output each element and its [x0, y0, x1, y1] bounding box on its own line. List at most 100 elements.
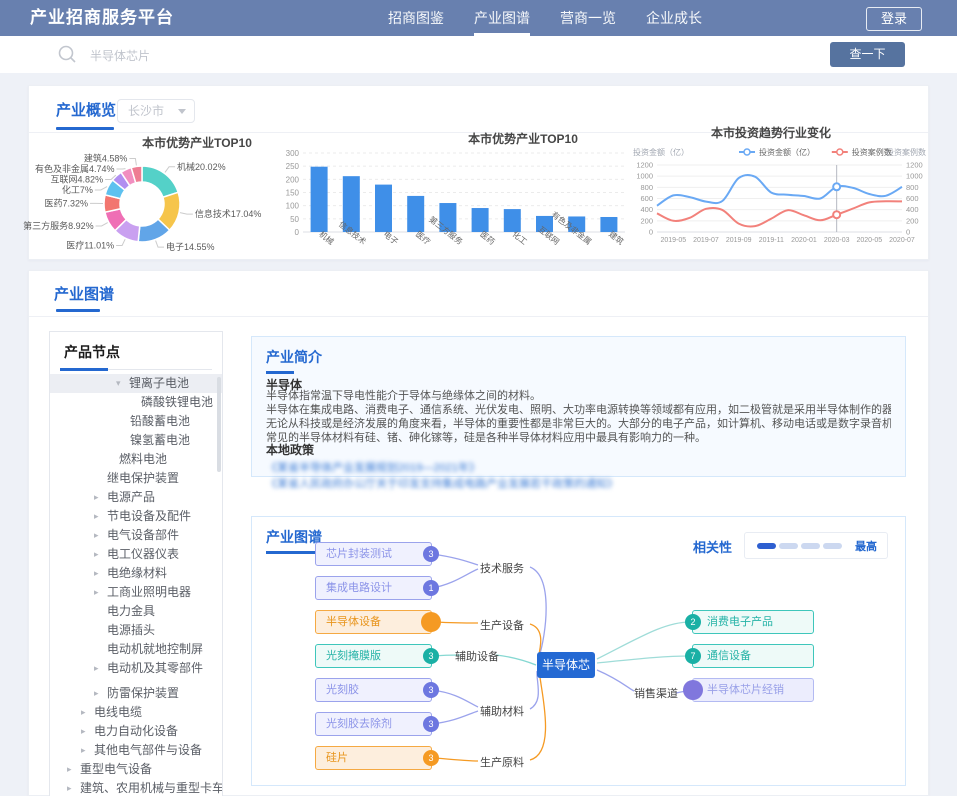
- industry-map-panel: 产业图谱 相关性 最高 芯片封装测试3集成电路设计1半导体设备光刻掩膜版3光刻胶…: [251, 516, 906, 786]
- chevron-down-icon: ▾: [116, 374, 121, 393]
- svg-text:投资金额（亿）: 投资金额（亿）: [759, 147, 815, 157]
- tree-item-17[interactable]: ▸ 电线电缆: [50, 703, 222, 722]
- svg-text:0: 0: [295, 228, 300, 237]
- product-tree-panel: 产品节点 ▾锂离子电池磷酸铁锂电池铅酸蓄电池镍氢蓄电池燃料电池继电保护装置▸电源…: [49, 331, 223, 796]
- tree-item-20[interactable]: ▸重型电气设备: [50, 760, 222, 779]
- chevron-right-icon: ▸: [94, 507, 99, 526]
- graph-node-badge: 3: [423, 648, 439, 664]
- svg-text:400: 400: [906, 205, 919, 214]
- nav-menu: 招商图鉴产业图谱营商一览企业成长: [388, 0, 702, 36]
- intro-paragraph-0: 半导体指常温下导电性能介于导体与绝缘体之间的材料。: [266, 389, 891, 403]
- tree-item-1[interactable]: 磷酸铁锂电池: [50, 393, 222, 412]
- tree-item-2[interactable]: 铅酸蓄电池: [50, 412, 222, 431]
- intro-paragraph-1: 半导体在集成电路、消费电子、通信系统、光伏发电、照明、大功率电源转换等领域都有应…: [266, 403, 891, 417]
- graph-node-l-5[interactable]: 光刻胶去除剂3: [315, 712, 432, 736]
- tree-item-label: 建筑、农用机械与重型卡车: [80, 779, 223, 796]
- svg-text:600: 600: [640, 194, 653, 203]
- svg-text:本市优势产业TOP10: 本市优势产业TOP10: [142, 135, 252, 150]
- tree-item-8[interactable]: ▸ 电气设备部件: [50, 526, 222, 545]
- chevron-right-icon: ▸: [81, 722, 86, 741]
- svg-text:2019-09: 2019-09: [726, 237, 752, 244]
- graph-node-l-1[interactable]: 集成电路设计1: [315, 576, 432, 600]
- navbar: 产业招商服务平台 招商图鉴产业图谱营商一览企业成长 登录: [0, 0, 957, 36]
- tree-item-11[interactable]: ▸工商业照明电器: [50, 583, 222, 602]
- graph-node-l-6[interactable]: 硅片3: [315, 746, 432, 770]
- graph-node-dot: [683, 680, 703, 700]
- tree-item-label: 电动机就地控制屏: [107, 640, 203, 659]
- svg-text:投资案例数: 投资案例数: [886, 147, 926, 157]
- chevron-right-icon: ▸: [81, 741, 86, 760]
- page: 产业招商服务平台 招商图鉴产业图谱营商一览企业成长 登录 查一下 产业概览 长沙…: [0, 0, 957, 796]
- graph-node-badge: 3: [423, 546, 439, 562]
- intro-underline: [266, 371, 294, 374]
- graph-node-r-1[interactable]: 通信设备7: [692, 644, 814, 668]
- graph-center-node[interactable]: 半导体芯片: [537, 652, 595, 678]
- tree-item-18[interactable]: ▸电力自动化设备: [50, 722, 222, 741]
- tree-item-label: 电源产品: [107, 488, 155, 507]
- tree-scrollbar[interactable]: [217, 377, 221, 472]
- svg-text:机械20.02%: 机械20.02%: [177, 161, 226, 172]
- svg-text:2020-05: 2020-05: [856, 237, 882, 244]
- tree-item-14[interactable]: 电动机就地控制屏: [50, 640, 222, 659]
- edge-label-1: 生产设备: [480, 617, 524, 633]
- tree-item-21[interactable]: ▸建筑、农用机械与重型卡车: [50, 779, 222, 796]
- graph-node-l-2[interactable]: 半导体设备: [315, 610, 432, 634]
- svg-text:互联网4.82%: 互联网4.82%: [51, 174, 104, 184]
- graph-node-l-4[interactable]: 光刻胶3: [315, 678, 432, 702]
- app-title: 产业招商服务平台: [30, 0, 174, 36]
- tree-item-12[interactable]: 电力金具: [50, 602, 222, 621]
- search-button[interactable]: 查一下: [830, 42, 905, 67]
- tree-item-label: 电气设备部件: [107, 526, 179, 545]
- svg-text:2019-11: 2019-11: [759, 237, 784, 244]
- tree-item-label: 电线电缆: [94, 703, 142, 722]
- graph-node-r-0[interactable]: 消费电子产品2: [692, 610, 814, 634]
- tree-item-10[interactable]: ▸电绝缘材料: [50, 564, 222, 583]
- tree-item-9[interactable]: ▸电工仪器仪表: [50, 545, 222, 564]
- chevron-right-icon: ▸: [94, 526, 99, 545]
- svg-text:投资案例数: 投资案例数: [852, 147, 892, 157]
- svg-text:本市投资趋势行业变化: 本市投资趋势行业变化: [711, 125, 831, 140]
- svg-text:医疗11.01%: 医疗11.01%: [66, 239, 114, 250]
- tree-item-6[interactable]: ▸电源产品: [50, 488, 222, 507]
- chevron-right-icon: ▸: [81, 703, 86, 722]
- tree-item-4[interactable]: 燃料电池: [50, 450, 222, 469]
- tree-item-0[interactable]: ▾ 锂离子电池: [50, 374, 222, 393]
- tree-header: 产品节点: [64, 342, 120, 362]
- tree-item-19[interactable]: ▸其他电气部件与设备: [50, 741, 222, 760]
- tree-item-label: 电源插头: [107, 621, 155, 640]
- graph-node-r-2[interactable]: 半导体芯片经销: [692, 678, 814, 702]
- svg-text:化工7%: 化工7%: [62, 184, 93, 195]
- tree-item-label: 锂离子电池: [129, 374, 189, 393]
- city-select[interactable]: 长沙市: [117, 99, 195, 123]
- tree-item-15[interactable]: ▸电动机及其零部件: [50, 659, 222, 678]
- tree-item-7[interactable]: ▸节电设备及配件: [50, 507, 222, 526]
- overview-title: 产业概览: [56, 99, 116, 120]
- login-button[interactable]: 登录: [866, 7, 922, 31]
- intro-paragraphs: 半导体指常温下导电性能介于导体与绝缘体之间的材料。半导体在集成电路、消费电子、通…: [266, 389, 891, 445]
- svg-text:250: 250: [286, 162, 300, 171]
- intro-paragraph-2: 无论从科技或是经济发展的角度来看，半导体的重要性都是非常巨大的。大部分的电子产品…: [266, 417, 891, 431]
- tree-item-16[interactable]: ▸防雷保护装置: [50, 684, 222, 703]
- tree-item-13[interactable]: 电源插头: [50, 621, 222, 640]
- nav-item-2[interactable]: 营商一览: [560, 0, 616, 36]
- policy-link-0[interactable]: 《某省半导体产业发展规划2019—2021年》: [266, 462, 480, 474]
- tree-item-5[interactable]: 继电保护装置: [50, 469, 222, 488]
- graph-node-l-3[interactable]: 光刻掩膜版3: [315, 644, 432, 668]
- graph-node-l-0[interactable]: 芯片封装测试3: [315, 542, 432, 566]
- policy-link-1[interactable]: 《某省人民政府办公厅关于印发支持集成电路产业发展若干政策的通知》: [266, 478, 618, 490]
- tree-item-3[interactable]: 镍氢蓄电池: [50, 431, 222, 450]
- svg-text:1200: 1200: [636, 161, 653, 170]
- line-chart: 本市投资趋势行业变化投资金额（亿）投资案例数投资金额（亿）投资案例数002002…: [631, 125, 928, 261]
- svg-text:400: 400: [640, 205, 653, 214]
- nav-item-0[interactable]: 招商图鉴: [388, 0, 444, 36]
- svg-text:0: 0: [906, 228, 910, 237]
- nav-item-1[interactable]: 产业图谱: [474, 0, 530, 36]
- search-input[interactable]: [88, 44, 652, 68]
- nav-item-3[interactable]: 企业成长: [646, 0, 702, 36]
- svg-text:2020-07: 2020-07: [889, 237, 915, 244]
- svg-text:1000: 1000: [906, 172, 923, 181]
- svg-text:有色及非金属4.74%: 有色及非金属4.74%: [35, 163, 115, 174]
- graph-node-badge: 3: [423, 750, 439, 766]
- tree-item-label: 电力金具: [107, 602, 155, 621]
- svg-text:200: 200: [286, 175, 300, 184]
